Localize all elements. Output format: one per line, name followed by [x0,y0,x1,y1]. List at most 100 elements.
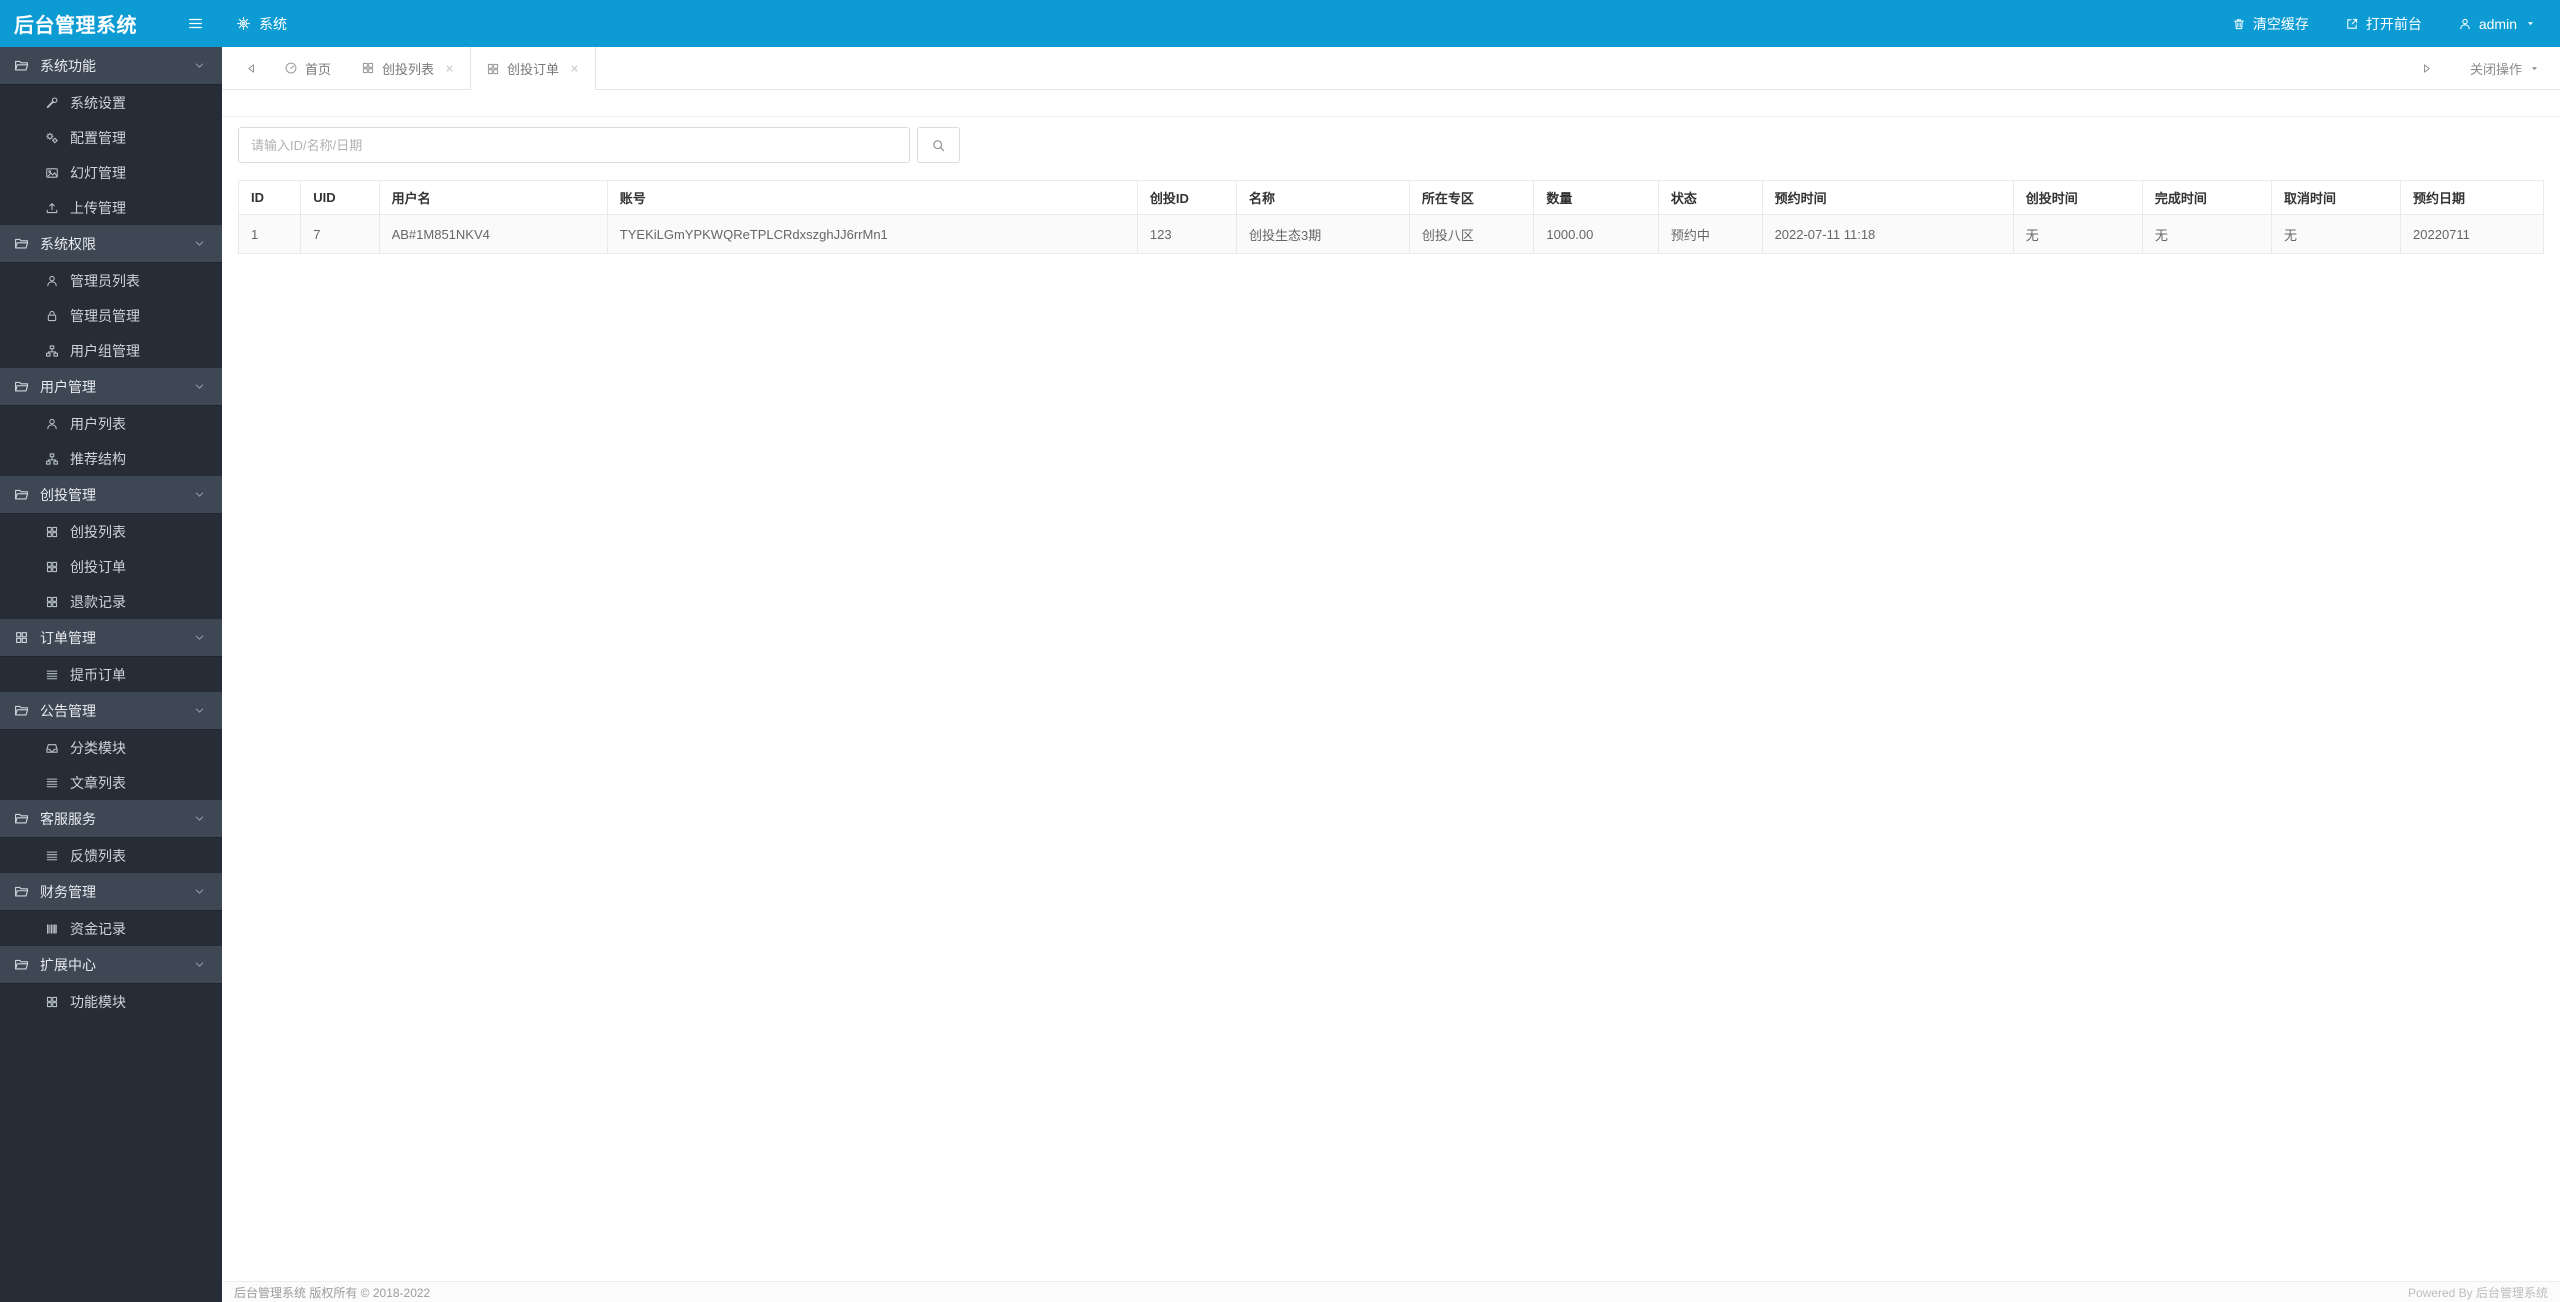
menu-icon[interactable] [187,15,204,32]
sidebar-group-label: 扩展中心 [40,956,96,973]
open-frontend-label: 打开前台 [2365,15,2422,32]
page-content: ID UID 用户名 账号 创投ID 名称 所在专区 数量 状态 预约时间 创投… [222,90,2560,1281]
column-header: 取消时间 [2270,180,2402,215]
footer-powered-by: Powered By 后台管理系统 [2407,1285,2548,1300]
sidebar-group-extension-center[interactable]: 扩展中心 [0,946,222,984]
column-header: 用户名 [378,180,608,215]
sidebar-group-customer-service[interactable]: 客服服务 [0,800,222,838]
sidebar-item-label: 创投列表 [70,523,126,540]
tab-invest-list[interactable]: 创投列表 [346,47,470,89]
tabs-scroll-right[interactable] [2409,62,2444,75]
sidebar-item-invest-orders[interactable]: 创投订单 [0,549,222,584]
tabs-scroll-left[interactable] [234,47,269,89]
tab-invest-orders[interactable]: 创投订单 [470,47,597,90]
upload-icon [45,201,59,215]
sidebar-group-invest-management[interactable]: 创投管理 [0,476,222,514]
sidebar-item-admin-list[interactable]: 管理员列表 [0,263,222,298]
cell-status[interactable]: 预约中 [1657,214,1763,254]
cell-uid: 7 [300,214,380,254]
column-header: 名称 [1236,180,1410,215]
sidebar-item-slide-management[interactable]: 幻灯管理 [0,155,222,190]
sidebar-item-label: 提币订单 [70,666,126,683]
sidebar-item-function-module[interactable]: 功能模块 [0,984,222,1019]
app-logo: 后台管理系统 [14,15,137,37]
cell-account: TYEKiLGmYPKWQReTPLCRdxszghJJ6rrMn1 [606,214,1138,254]
sidebar-item-refund-records[interactable]: 退款记录 [0,584,222,619]
dashboard-icon [284,61,298,75]
column-header: 数量 [1533,180,1659,215]
sidebar-item-label: 创投订单 [70,558,126,575]
folder-icon [14,487,29,502]
clear-cache-label: 清空缓存 [2252,15,2309,32]
sidebar-item-label: 管理员列表 [70,272,140,289]
close-icon[interactable] [444,63,455,74]
cell-cancel-time: 无 [2270,214,2402,254]
caret-down-icon [2525,18,2536,29]
search-button[interactable] [917,127,960,163]
trash-icon [2232,17,2246,31]
sidebar-group-order-management[interactable]: 订单管理 [0,619,222,657]
user-icon [45,274,59,288]
sidebar-item-user-group-management[interactable]: 用户组管理 [0,333,222,368]
column-header: 预约日期 [2400,180,2544,215]
tab-home[interactable]: 首页 [269,47,346,89]
image-icon [45,166,59,180]
sidebar-group-user-management[interactable]: 用户管理 [0,368,222,406]
sidebar-group-label: 创投管理 [40,486,96,503]
chevron-down-icon [193,59,206,72]
search-input[interactable] [238,127,910,163]
sidebar-item-referral-structure[interactable]: 推荐结构 [0,441,222,476]
sidebar-item-system-settings[interactable]: 系统设置 [0,85,222,120]
topbar-system-menu[interactable]: 系统 [236,14,287,34]
sidebar-group-announcement-management[interactable]: 公告管理 [0,692,222,730]
sidebar-item-withdraw-orders[interactable]: 提币订单 [0,657,222,692]
chevron-down-icon [193,885,206,898]
sidebar-item-article-list[interactable]: 文章列表 [0,765,222,800]
column-header: 预约时间 [1761,180,2014,215]
open-frontend-button[interactable]: 打开前台 [2345,14,2422,34]
cell-amount: 1000.00 [1533,214,1659,254]
sidebar-item-fund-records[interactable]: 资金记录 [0,911,222,946]
chevron-left-icon [245,62,258,75]
column-header: UID [300,180,380,215]
sidebar-item-upload-management[interactable]: 上传管理 [0,190,222,225]
close-icon[interactable] [569,63,580,74]
clear-cache-button[interactable]: 清空缓存 [2232,14,2309,34]
sidebar-item-config-management[interactable]: 配置管理 [0,120,222,155]
sidebar-item-invest-list[interactable]: 创投列表 [0,514,222,549]
sidebar-group-label: 系统功能 [40,57,96,74]
sidebar-group-finance-management[interactable]: 财务管理 [0,873,222,911]
sidebar-menu: 系统功能 系统设置 配置管理 幻灯管理 上传管理 系统权限 管理员列表 管理员管… [0,47,222,1302]
sidebar-group-label: 订单管理 [40,629,96,646]
chevron-down-icon [193,704,206,717]
gears-icon [45,131,59,145]
sidebar-item-label: 配置管理 [70,129,126,146]
sidebar-group-system-functions[interactable]: 系统功能 [0,47,222,85]
sidebar: 后台管理系统 系统功能 系统设置 配置管理 幻灯管理 上传管理 系统权限 管理员… [0,0,222,1302]
sidebar-item-label: 用户列表 [70,415,126,432]
list-icon [45,776,59,790]
sidebar-group-system-permissions[interactable]: 系统权限 [0,225,222,263]
folder-icon [14,236,29,251]
sitemap-icon [45,452,59,466]
username: admin [2478,15,2517,32]
close-operations-dropdown[interactable]: 关闭操作 [2444,59,2560,78]
sidebar-item-category-module[interactable]: 分类模块 [0,730,222,765]
cell-finish-time: 无 [2141,214,2272,254]
sidebar-item-admin-management[interactable]: 管理员管理 [0,298,222,333]
cell-invest-id: 123 [1136,214,1238,254]
sidebar-group-label: 公告管理 [40,702,96,719]
sidebar-item-label: 上传管理 [70,199,126,216]
column-header: 所在专区 [1408,180,1535,215]
search-icon [931,138,946,153]
sidebar-item-label: 用户组管理 [70,342,140,359]
orders-table: ID UID 用户名 账号 创投ID 名称 所在专区 数量 状态 预约时间 创投… [237,180,2544,254]
sidebar-item-label: 管理员管理 [70,307,140,324]
cell-zone: 创投八区 [1408,214,1535,254]
folder-icon [14,379,29,394]
user-menu[interactable]: admin [2458,16,2536,32]
cell-reserve-time: 2022-07-11 11:18 [1761,214,2014,254]
sidebar-group-label: 客服服务 [40,810,96,827]
sidebar-item-feedback-list[interactable]: 反馈列表 [0,838,222,873]
sidebar-item-user-list[interactable]: 用户列表 [0,406,222,441]
